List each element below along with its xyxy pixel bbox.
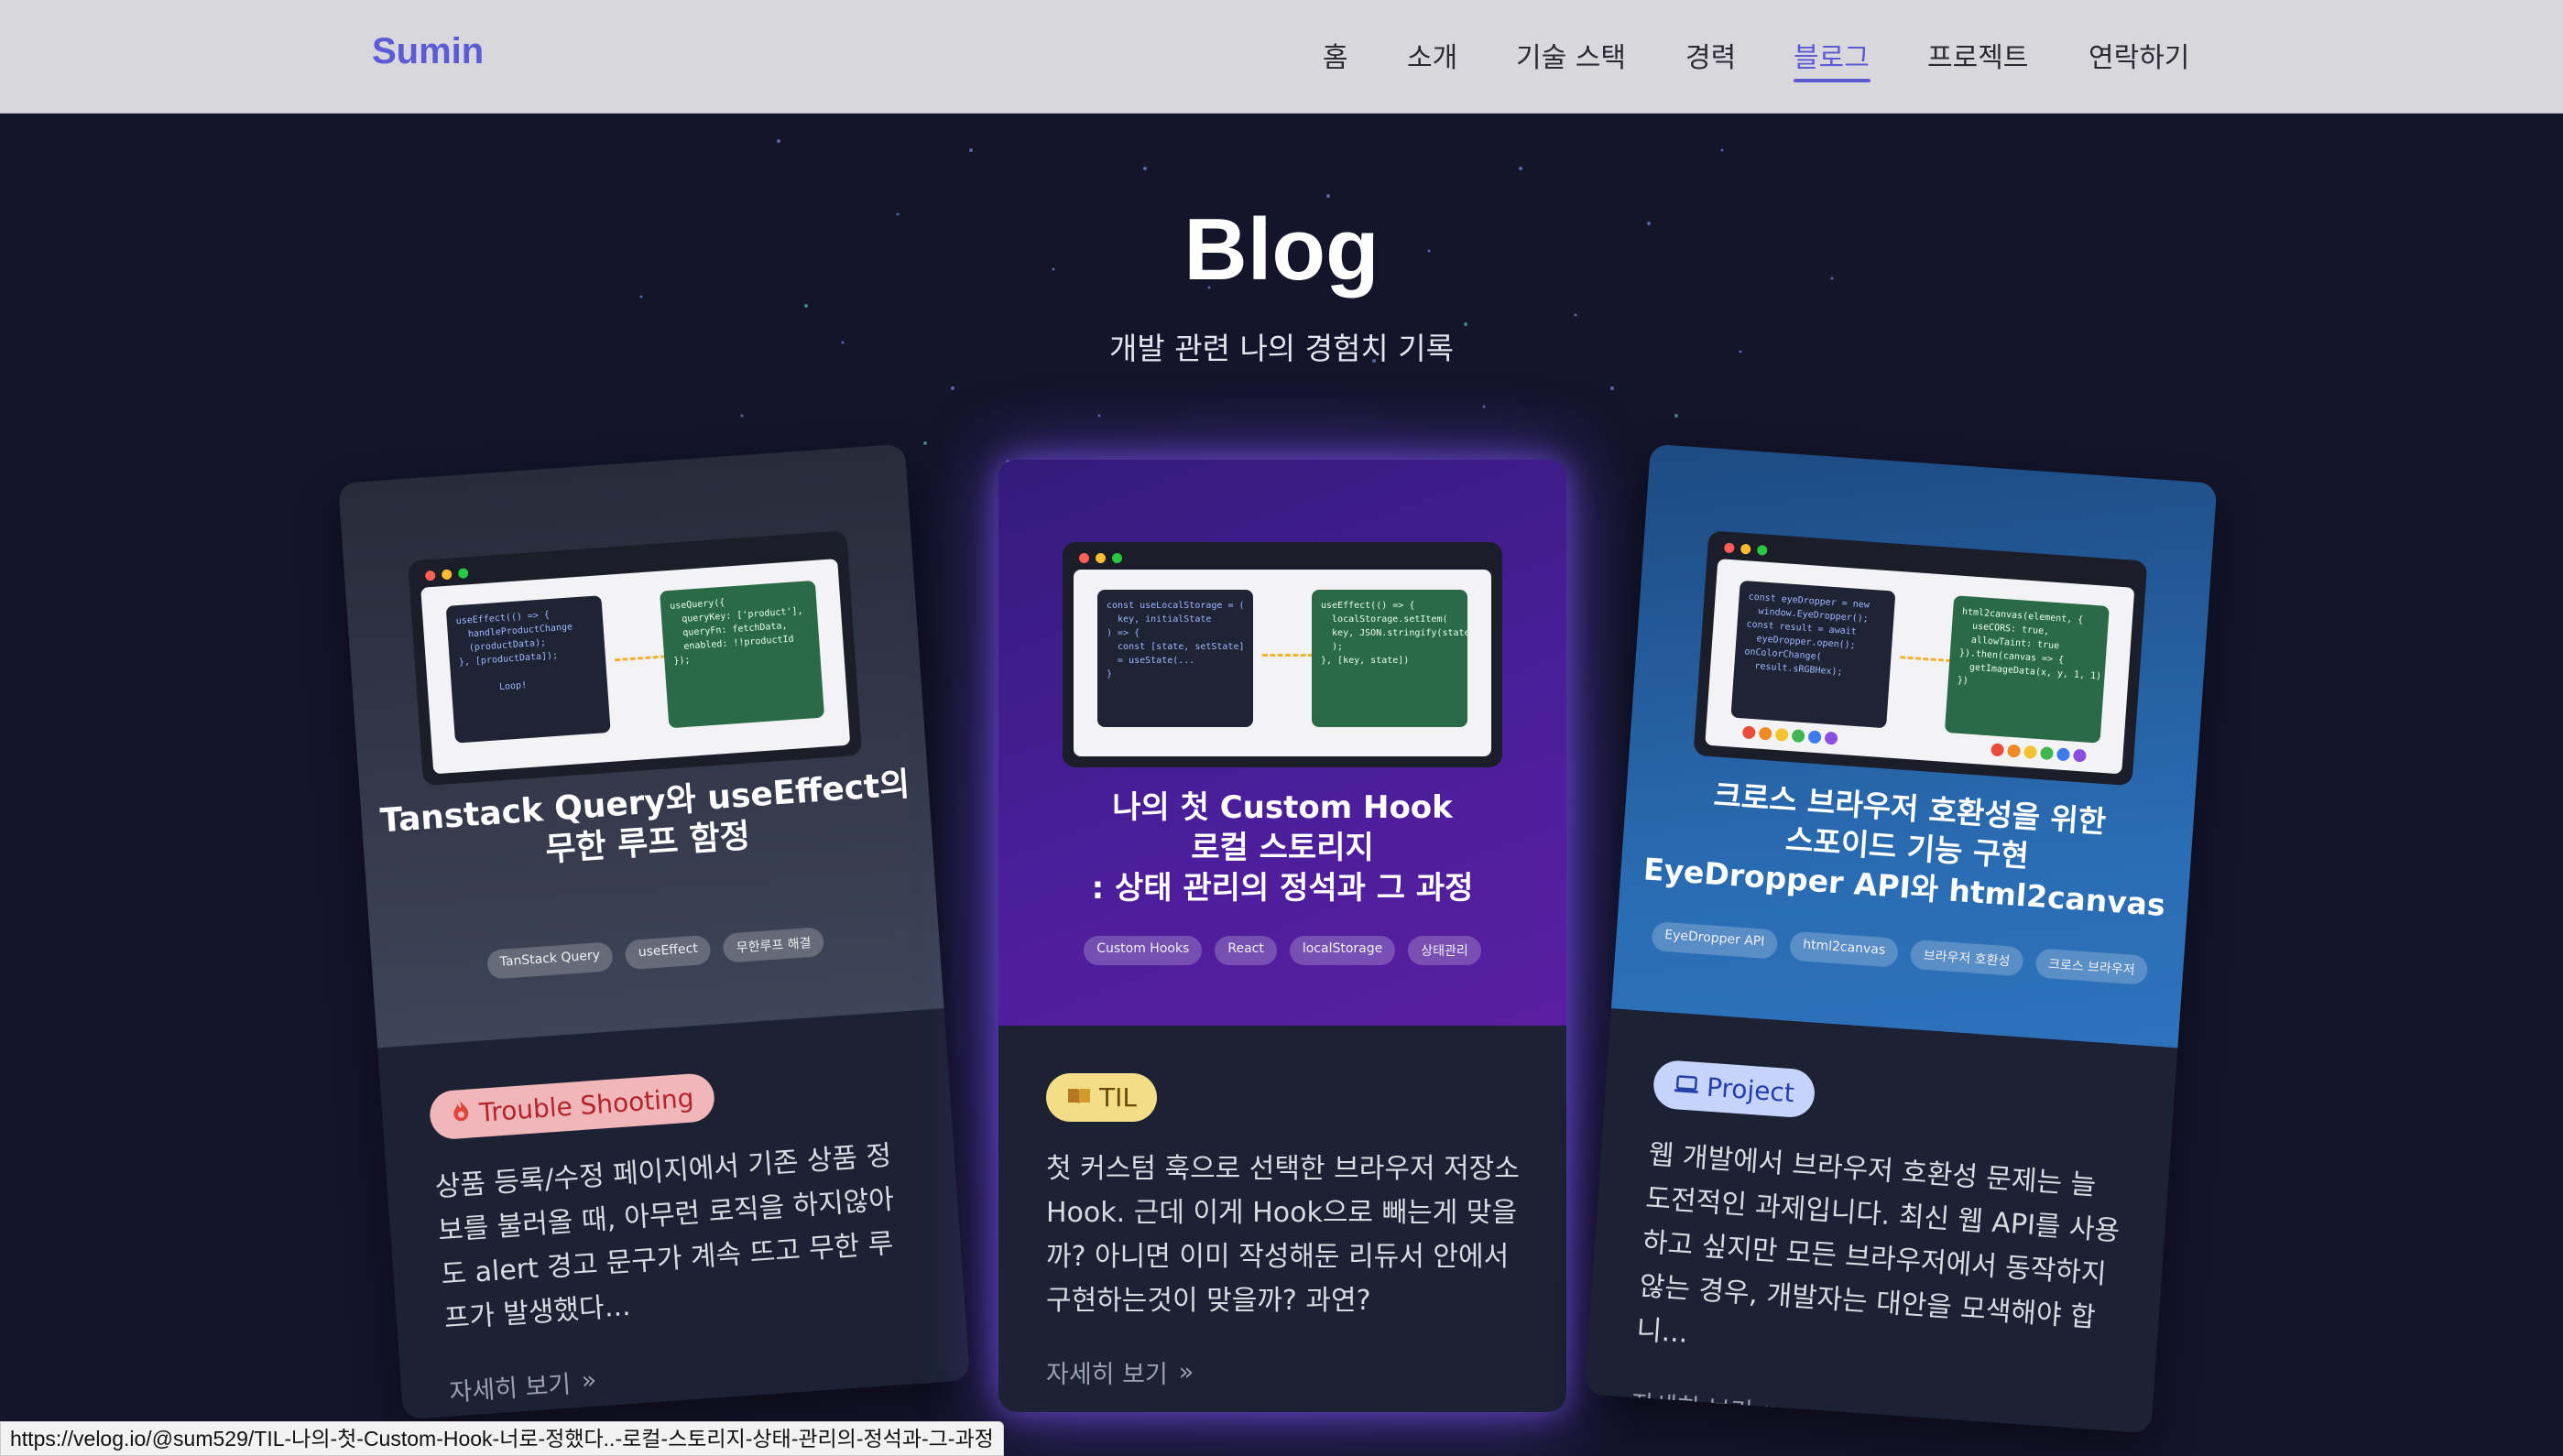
tag-list: Custom Hooks React localStorage 상태관리	[998, 936, 1566, 965]
color-swatches	[1741, 725, 1838, 745]
fire-icon	[449, 1098, 473, 1130]
tag: EyeDropper API	[1651, 921, 1779, 960]
tag: useEffect	[624, 934, 712, 971]
nav-item-projects[interactable]: 프로젝트	[1927, 35, 2028, 75]
page-title: Blog	[1183, 201, 1380, 299]
site-logo[interactable]: Sumin	[372, 31, 484, 72]
card-title: 나의 첫 Custom Hook 로컬 스토리지 : 상태 관리의 정석과 그 …	[1091, 789, 1474, 907]
category-badge: Trouble Shooting	[428, 1071, 716, 1141]
tag: React	[1215, 936, 1277, 965]
window-dots	[424, 568, 469, 581]
tag: localStorage	[1289, 936, 1396, 965]
chevron-double-right-icon: »	[580, 1365, 598, 1396]
tag: 크로스 브라우저	[2034, 948, 2149, 985]
card-title: 크로스 브라우저 호환성을 위한 스포이드 기능 구현 EyeDropper A…	[1641, 777, 2166, 923]
tag-list: EyeDropper API html2canvas 브라우저 호환성 크로스 …	[1616, 918, 2185, 987]
card-body: Trouble Shooting 상품 등록/수정 페이지에서 기존 상품 정보…	[377, 1008, 969, 1411]
nav-item-about[interactable]: 소개	[1407, 35, 1457, 75]
code-window-illustration: const useLocalStorage = ( key, initialSt…	[1063, 542, 1502, 767]
card-body: Project 웹 개발에서 브라우저 호환성 문제는 늘 도전적인 과제입니다…	[1584, 1008, 2177, 1433]
read-more-link[interactable]: 자세히 보기 »	[1046, 1354, 1524, 1390]
tag: Custom Hooks	[1084, 936, 1203, 965]
blog-card-tanstack[interactable]: useEffect(() => { handleProductChange (p…	[338, 443, 970, 1420]
nav-item-tech-stack[interactable]: 기술 스택	[1516, 35, 1626, 75]
code-snippet-left: const eyeDropper = new window.EyeDropper…	[1730, 580, 1896, 729]
category-badge: Project	[1652, 1059, 1816, 1119]
book-icon	[1066, 1082, 1092, 1113]
card-body: TIL 첫 커스텀 훅으로 선택한 브라우저 저장소 Hook. 근데 이게 H…	[998, 1026, 1566, 1390]
tag: html2canvas	[1789, 930, 1900, 968]
tag: TanStack Query	[485, 941, 615, 980]
card-thumbnail: useEffect(() => { handleProductChange (p…	[338, 443, 944, 1049]
nav-item-blog[interactable]: 블로그	[1794, 35, 1870, 75]
nav-item-home[interactable]: 홈	[1323, 35, 1348, 75]
card-description: 첫 커스텀 훅으로 선택한 브라우저 저장소 Hook. 근데 이게 Hook으…	[1046, 1153, 1520, 1317]
nav-item-contact[interactable]: 연락하기	[2089, 35, 2189, 75]
blog-card-eyedropper[interactable]: const eyeDropper = new window.EyeDropper…	[1584, 443, 2218, 1434]
active-nav-indicator	[1794, 79, 1870, 82]
laptop-icon	[1673, 1070, 1700, 1102]
card-thumbnail: const useLocalStorage = ( key, initialSt…	[998, 460, 1566, 1026]
tag: 상태관리	[1408, 936, 1481, 965]
arrow-icon	[615, 655, 667, 662]
card-description: 웹 개발에서 브라우저 호환성 문제는 늘 도전적인 과제입니다. 최신 웹 A…	[1635, 1138, 2121, 1350]
link-preview-statusbar: https://velog.io/@sum529/TIL-나의-첫-Custom…	[0, 1421, 1004, 1456]
code-snippet-right: useEffect(() => { localStorage.setItem( …	[1312, 590, 1467, 727]
page-subtitle: 개발 관련 나의 경험치 기록	[1109, 331, 1454, 366]
card-description: 상품 등록/수정 페이지에서 기존 상품 정보를 불러올 때, 아무런 로직을 …	[433, 1139, 896, 1335]
chevron-double-right-icon: »	[1178, 1358, 1194, 1386]
arrow-icon	[1262, 654, 1314, 657]
window-dots	[1079, 553, 1122, 563]
tag: 브라우저 호환성	[1909, 939, 2024, 977]
blog-card-custom-hook[interactable]: const useLocalStorage = ( key, initialSt…	[998, 460, 1566, 1412]
card-thumbnail: const eyeDropper = new window.EyeDropper…	[1610, 443, 2218, 1049]
window-dots	[1723, 542, 1768, 556]
tag-list: TanStack Query useEffect 무한루프 해결	[371, 918, 940, 987]
tag: 무한루프 해결	[722, 927, 825, 963]
arrow-icon	[1900, 656, 1952, 663]
top-navbar: Sumin 홈 소개 기술 스택 경력 블로그 프로젝트 연락하기	[0, 0, 2563, 114]
code-window-illustration: useEffect(() => { handleProductChange (p…	[408, 530, 863, 787]
code-snippet-left: const useLocalStorage = ( key, initialSt…	[1097, 590, 1253, 727]
nav-item-career[interactable]: 경력	[1685, 35, 1736, 75]
category-badge: TIL	[1046, 1073, 1157, 1122]
color-swatches	[1990, 743, 2087, 763]
code-snippet-right: useQuery({ queryKey: ['product'], queryF…	[660, 580, 825, 729]
code-snippet-right: html2canvas(element, { useCORS: true, al…	[1944, 595, 2110, 744]
code-window-illustration: const eyeDropper = new window.EyeDropper…	[1693, 530, 2148, 787]
code-snippet-left: useEffect(() => { handleProductChange (p…	[445, 595, 611, 744]
